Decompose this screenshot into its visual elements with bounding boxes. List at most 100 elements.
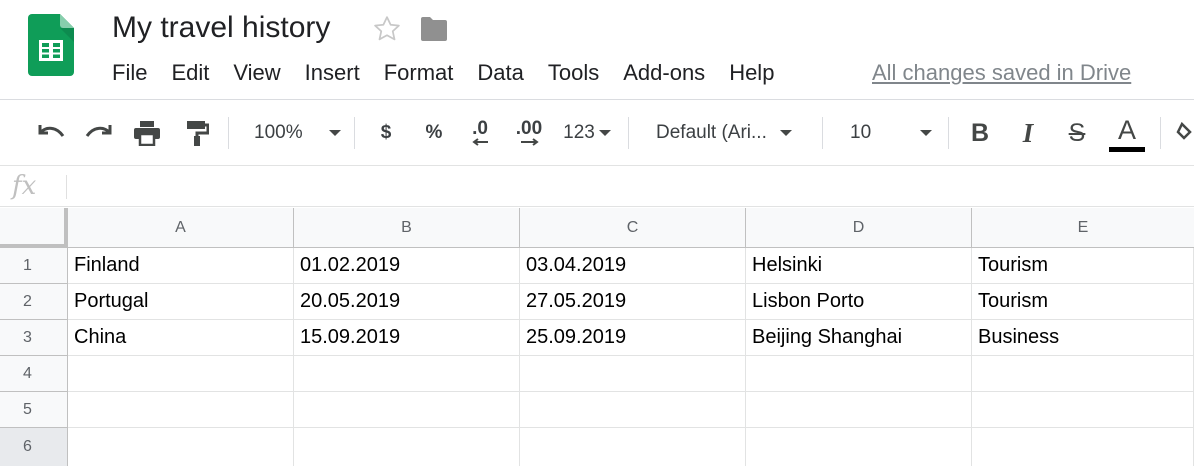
cell-c6[interactable] (520, 428, 746, 466)
more-formats-label: 123 (563, 122, 595, 143)
menu-view[interactable]: View (221, 56, 292, 90)
cell-e5[interactable] (972, 392, 1194, 428)
cell-d2[interactable]: Lisbon Porto (746, 284, 972, 320)
document-title[interactable]: My travel history (112, 10, 330, 46)
percent-label: % (425, 122, 443, 143)
cell-a4[interactable] (68, 356, 294, 392)
toolbar-separator (948, 117, 949, 149)
menu-edit[interactable]: Edit (159, 56, 221, 90)
zoom-select[interactable]: 100% (244, 100, 348, 166)
cell-e4[interactable] (972, 356, 1194, 392)
zoom-value: 100% (254, 122, 303, 143)
select-all-corner[interactable] (0, 208, 68, 248)
cell-b3[interactable]: 15.09.2019 (294, 320, 520, 356)
title-bar: My travel history File Edit View Insert … (0, 0, 1194, 100)
cell-b4[interactable] (294, 356, 520, 392)
folder-icon[interactable] (419, 16, 449, 42)
cell-b5[interactable] (294, 392, 520, 428)
chevron-down-icon (920, 130, 932, 136)
cell-a6[interactable] (68, 428, 294, 466)
formula-input[interactable] (76, 171, 1176, 201)
bold-icon: B (970, 118, 990, 147)
chevron-down-icon (780, 130, 792, 136)
cell-e3[interactable]: Business (972, 320, 1194, 356)
cell-a5[interactable] (68, 392, 294, 428)
arrow-right-icon (521, 138, 539, 146)
column-header-d[interactable]: D (746, 208, 972, 248)
toolbar-separator (628, 117, 629, 149)
column-header-e[interactable]: E (972, 208, 1194, 248)
cell-e6[interactable] (972, 428, 1194, 466)
strikethrough-button[interactable]: S (1060, 100, 1094, 166)
redo-icon[interactable] (82, 100, 116, 166)
strikethrough-icon: S (1068, 118, 1086, 147)
italic-button[interactable]: I (1012, 100, 1044, 166)
row-header-2[interactable]: 2 (0, 284, 68, 320)
cell-d5[interactable] (746, 392, 972, 428)
row-header-5[interactable]: 5 (0, 392, 68, 428)
formula-separator (66, 175, 67, 199)
print-icon[interactable] (130, 100, 164, 166)
cell-c5[interactable] (520, 392, 746, 428)
fill-color-icon[interactable] (1176, 100, 1194, 166)
menu-format[interactable]: Format (372, 56, 466, 90)
cell-e2[interactable]: Tourism (972, 284, 1194, 320)
cell-b1[interactable]: 01.02.2019 (294, 248, 520, 284)
row-header-4[interactable]: 4 (0, 356, 68, 392)
cell-d3[interactable]: Beijing Shanghai (746, 320, 972, 356)
arrow-left-icon (472, 138, 488, 146)
star-icon[interactable] (372, 14, 402, 44)
column-header-b[interactable]: B (294, 208, 520, 248)
row-header-3[interactable]: 3 (0, 320, 68, 356)
increase-decimal-button[interactable]: .00 (508, 100, 550, 166)
chevron-down-icon (598, 130, 611, 136)
cell-c1[interactable]: 03.04.2019 (520, 248, 746, 284)
undo-icon[interactable] (34, 100, 68, 166)
font-family-value: Default (Ari... (656, 122, 767, 143)
column-header-a[interactable]: A (68, 208, 294, 248)
menu-data[interactable]: Data (465, 56, 535, 90)
cell-a3[interactable]: China (68, 320, 294, 356)
increase-decimal-label: .00 (515, 118, 543, 139)
paint-format-icon[interactable] (180, 100, 214, 166)
font-size-select[interactable]: 10 (840, 100, 940, 166)
decrease-decimal-button[interactable]: .0 (462, 100, 498, 166)
row-header-1[interactable]: 1 (0, 248, 68, 284)
menu-help[interactable]: Help (717, 56, 786, 90)
row-header-6[interactable]: 6 (0, 428, 68, 466)
text-color-icon: A (1117, 115, 1136, 145)
cell-c3[interactable]: 25.09.2019 (520, 320, 746, 356)
column-header-c[interactable]: C (520, 208, 746, 248)
toolbar-separator (1160, 117, 1161, 149)
cell-c4[interactable] (520, 356, 746, 392)
format-percent-button[interactable]: % (420, 100, 448, 166)
save-status-link[interactable]: All changes saved in Drive (872, 58, 1131, 88)
menu-bar: File Edit View Insert Format Data Tools … (100, 56, 786, 90)
cell-e1[interactable]: Tourism (972, 248, 1194, 284)
font-family-select[interactable]: Default (Ari... (646, 100, 814, 166)
cell-a1[interactable]: Finland (68, 248, 294, 284)
format-currency-button[interactable]: $ (372, 100, 400, 166)
more-formats-button[interactable]: 123 (558, 100, 616, 166)
cell-c2[interactable]: 27.05.2019 (520, 284, 746, 320)
cell-d4[interactable] (746, 356, 972, 392)
menu-tools[interactable]: Tools (536, 56, 611, 90)
formula-bar: fx (0, 167, 1194, 207)
menu-add-ons[interactable]: Add-ons (611, 56, 717, 90)
toolbar-separator (354, 117, 355, 149)
toolbar-separator (822, 117, 823, 149)
cell-d1[interactable]: Helsinki (746, 248, 972, 284)
fx-icon: fx (12, 171, 37, 201)
cell-d6[interactable] (746, 428, 972, 466)
google-sheets-logo-icon[interactable] (28, 14, 74, 76)
cell-b2[interactable]: 20.05.2019 (294, 284, 520, 320)
toolbar-separator (228, 117, 229, 149)
menu-file[interactable]: File (100, 56, 159, 90)
cell-b6[interactable] (294, 428, 520, 466)
cell-a2[interactable]: Portugal (68, 284, 294, 320)
toolbar: 100% $ % .0 .00 123 Default (Ari... 10 B… (0, 100, 1194, 166)
bold-button[interactable]: B (964, 100, 996, 166)
spreadsheet-grid: A B C D E 1 2 3 4 5 6 Finland 01.02.2019… (0, 208, 1194, 466)
menu-insert[interactable]: Insert (293, 56, 372, 90)
text-color-button[interactable]: A (1106, 100, 1148, 166)
